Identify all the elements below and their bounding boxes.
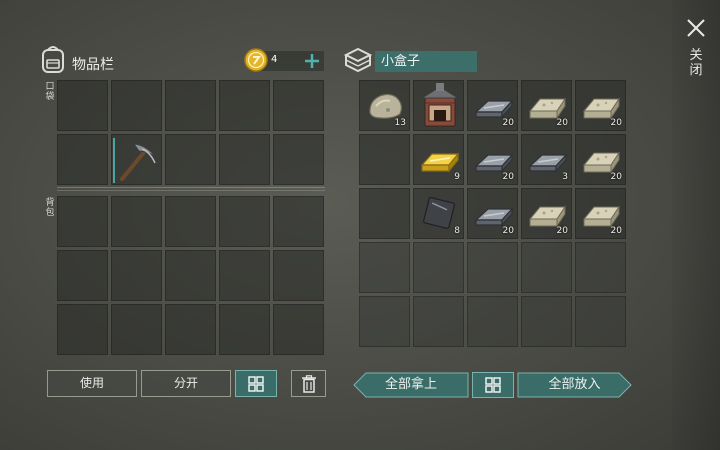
- quick-slot[interactable]: [273, 80, 324, 131]
- backpack-slot[interactable]: [219, 196, 270, 247]
- sort-grid-icon: [485, 377, 501, 393]
- container-slot[interactable]: 8: [413, 188, 464, 239]
- inventory-title: 物品栏: [72, 57, 114, 73]
- quick-slot[interactable]: [165, 80, 216, 131]
- container-slot[interactable]: [575, 296, 626, 347]
- close-icon[interactable]: [682, 14, 710, 42]
- coin-count: 4: [271, 54, 278, 65]
- container-slot[interactable]: [359, 188, 410, 239]
- container-slot[interactable]: [467, 242, 518, 293]
- put-all-button[interactable]: 全部放入: [517, 372, 632, 398]
- container-slot[interactable]: 20: [575, 134, 626, 185]
- quick-slot-label: 口袋: [45, 82, 55, 102]
- sort-grid-icon: [248, 376, 264, 392]
- container-slot[interactable]: [413, 242, 464, 293]
- backpack-slot[interactable]: [165, 304, 216, 355]
- sort-button[interactable]: [235, 370, 277, 397]
- container-slot[interactable]: 20: [467, 134, 518, 185]
- container-slot[interactable]: 20: [467, 188, 518, 239]
- container-slot[interactable]: [413, 296, 464, 347]
- backpack-slot[interactable]: [273, 304, 324, 355]
- item-quantity: 3: [562, 172, 568, 182]
- container-slot[interactable]: [359, 134, 410, 185]
- container-slot[interactable]: 20: [575, 80, 626, 131]
- backpack-slot[interactable]: [165, 196, 216, 247]
- backpack-slot[interactable]: [219, 250, 270, 301]
- add-coins-button[interactable]: [303, 52, 321, 70]
- container-slot[interactable]: [359, 296, 410, 347]
- container-slot[interactable]: 20: [467, 80, 518, 131]
- backpack-slot[interactable]: [111, 196, 162, 247]
- item-quantity: 20: [610, 226, 622, 236]
- backpack-slot[interactable]: [273, 196, 324, 247]
- quick-slot[interactable]: [165, 134, 216, 185]
- container-slot[interactable]: 20: [521, 80, 572, 131]
- trash-icon: [302, 375, 316, 393]
- backpack-icon: [42, 46, 64, 73]
- item-quantity: 13: [394, 118, 406, 128]
- quick-slot[interactable]: [111, 134, 162, 185]
- container-title: 小盒子: [375, 51, 477, 72]
- put-all-label: 全部放入: [548, 377, 601, 392]
- pickaxe-icon: [120, 143, 157, 181]
- backpack-slot[interactable]: [111, 304, 162, 355]
- item-quantity: 20: [502, 118, 514, 128]
- coin-icon: [244, 48, 268, 72]
- split-button[interactable]: 分开: [141, 370, 231, 397]
- box-icon: [344, 47, 372, 73]
- backpack-slot[interactable]: [111, 250, 162, 301]
- backpack-label: 背包: [45, 198, 55, 218]
- container-slot[interactable]: 20: [521, 188, 572, 239]
- container-slot[interactable]: 13: [359, 80, 410, 131]
- backpack-slot[interactable]: [273, 250, 324, 301]
- container-slot[interactable]: [521, 296, 572, 347]
- container-slot[interactable]: [575, 242, 626, 293]
- container-slot[interactable]: [413, 80, 464, 131]
- item-quantity: 20: [556, 118, 568, 128]
- container-slot[interactable]: 9: [413, 134, 464, 185]
- use-button[interactable]: 使用: [47, 370, 137, 397]
- container-sort-button[interactable]: [472, 372, 514, 398]
- backpack-slot[interactable]: [57, 196, 108, 247]
- container-slot[interactable]: 3: [521, 134, 572, 185]
- backpack-slot[interactable]: [57, 304, 108, 355]
- container-slot[interactable]: 20: [575, 188, 626, 239]
- item-quantity: 9: [454, 172, 460, 182]
- quick-slot[interactable]: [111, 80, 162, 131]
- item-quantity: 20: [610, 118, 622, 128]
- close-label[interactable]: 关闭: [688, 48, 704, 78]
- item-quantity: 8: [454, 226, 460, 236]
- quick-slot[interactable]: [219, 80, 270, 131]
- backpack-slot[interactable]: [165, 250, 216, 301]
- container-slot[interactable]: [521, 242, 572, 293]
- backpack-slot[interactable]: [57, 250, 108, 301]
- item-quantity: 20: [502, 226, 514, 236]
- item-quantity: 20: [610, 172, 622, 182]
- take-all-label: 全部拿上: [384, 377, 437, 392]
- grid-divider: [57, 187, 325, 191]
- item-quantity: 20: [502, 172, 514, 182]
- container-slot[interactable]: [359, 242, 410, 293]
- container-slot[interactable]: [467, 296, 518, 347]
- quick-slot[interactable]: [57, 134, 108, 185]
- backpack-slot[interactable]: [219, 304, 270, 355]
- quick-slot[interactable]: [219, 134, 270, 185]
- furnace-icon: [420, 83, 460, 127]
- discard-button[interactable]: [291, 370, 326, 397]
- take-all-button[interactable]: 全部拿上: [353, 372, 469, 398]
- item-quantity: 20: [556, 226, 568, 236]
- quick-slot[interactable]: [57, 80, 108, 131]
- quick-slot[interactable]: [273, 134, 324, 185]
